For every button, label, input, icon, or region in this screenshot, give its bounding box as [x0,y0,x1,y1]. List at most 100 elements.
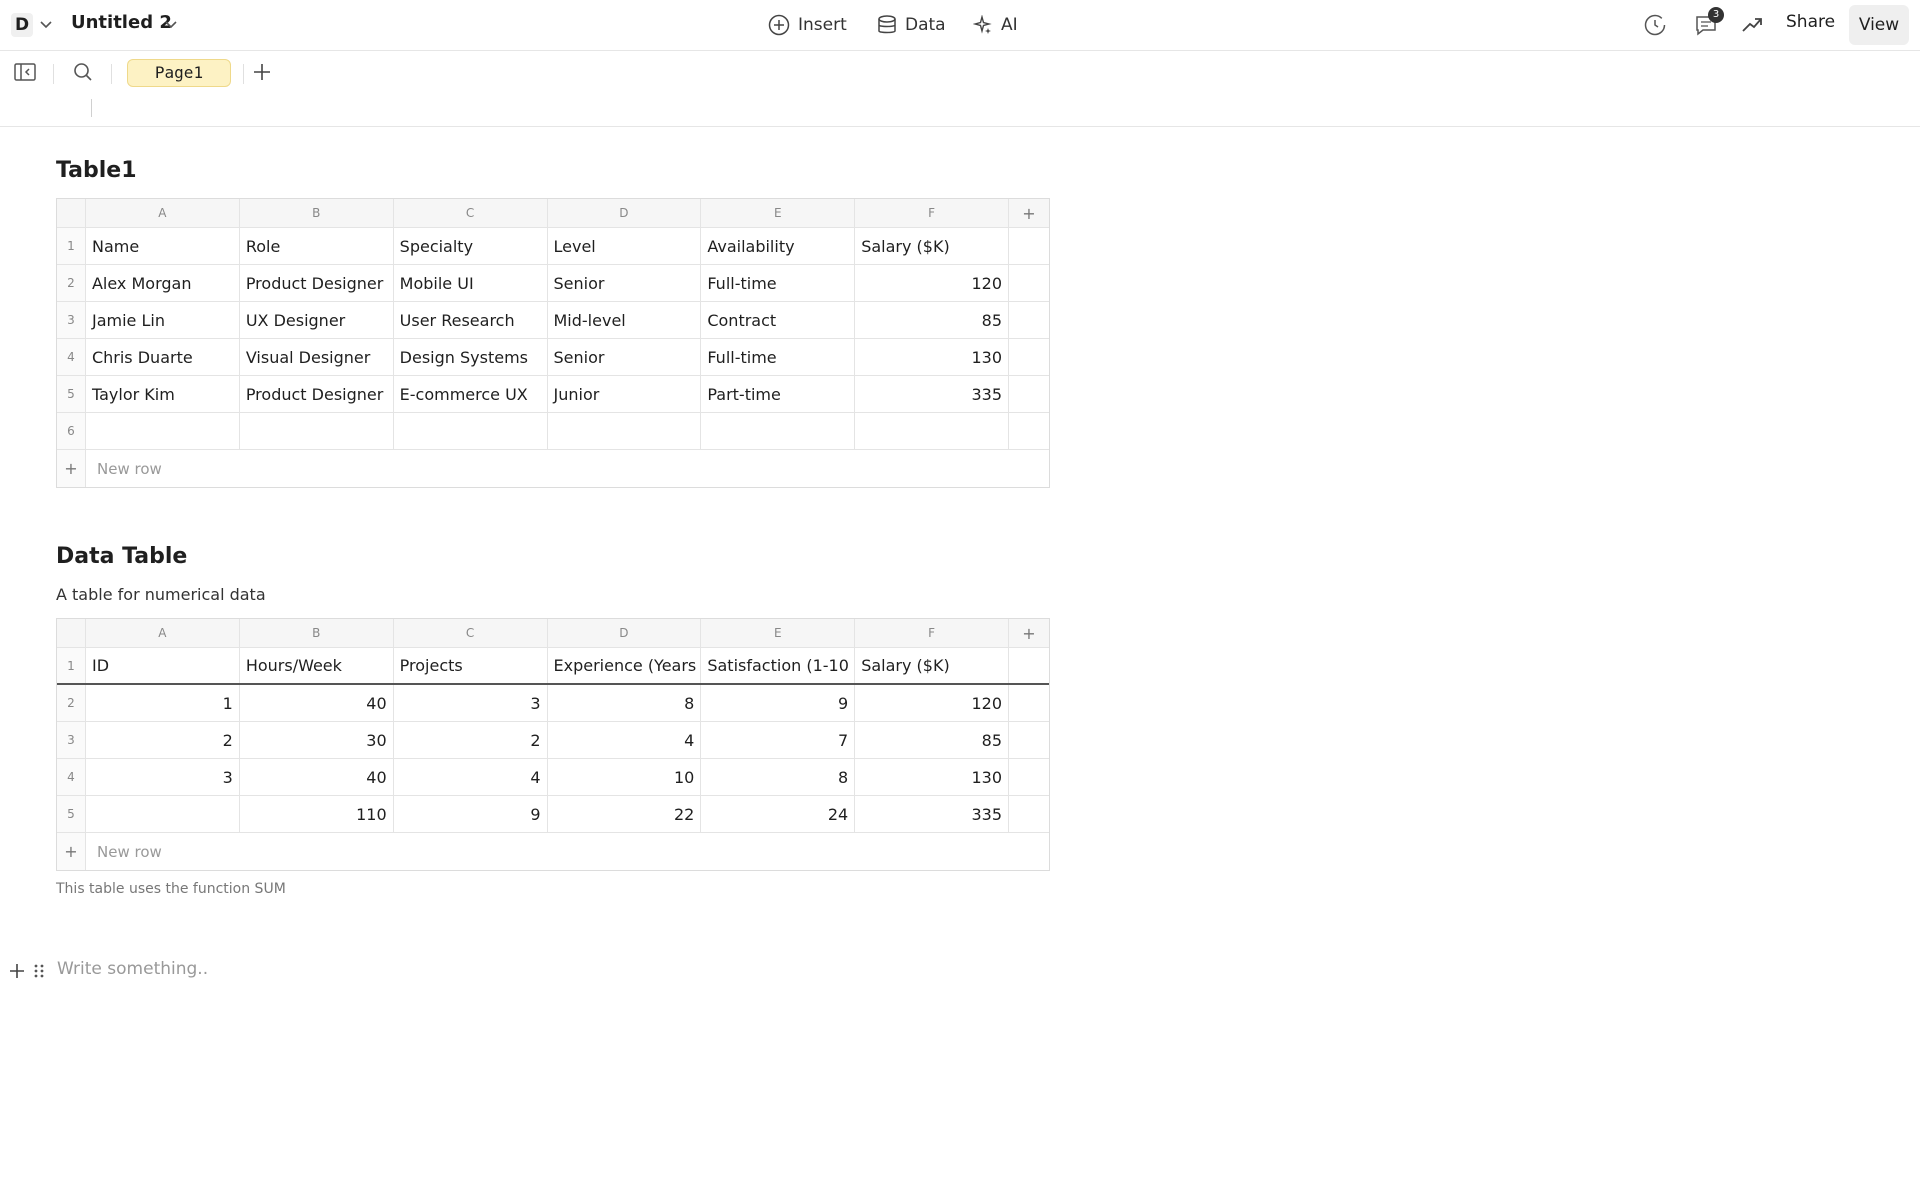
corner-cell[interactable] [57,619,86,647]
table-cell[interactable]: 1 [86,685,240,721]
table-cell[interactable]: 9 [701,685,856,721]
workspace-badge[interactable]: D [11,13,33,37]
chevron-down-icon[interactable] [164,18,178,32]
row-number[interactable]: 1 [57,648,86,683]
table-cell[interactable]: 120 [855,265,1010,301]
table-cell[interactable]: Salary ($K) [855,648,1010,683]
table-cell[interactable]: 85 [855,722,1010,758]
table-cell[interactable]: 130 [855,759,1010,795]
table-cell[interactable]: Full-time [701,265,856,301]
share-button[interactable]: Share [1786,12,1835,32]
column-header-d[interactable]: D [548,199,702,227]
row-number[interactable]: 4 [57,759,86,795]
ai-button[interactable]: AI [973,11,1018,39]
table-cell[interactable]: Mobile UI [394,265,548,301]
table-cell[interactable]: ID [86,648,240,683]
row-number[interactable]: 6 [57,413,86,449]
table-cell[interactable]: User Research [394,302,548,338]
column-header-b[interactable]: B [240,199,394,227]
table-cell[interactable]: Contract [701,302,856,338]
table-cell[interactable] [1009,228,1049,264]
table-cell[interactable]: Role [240,228,394,264]
table-cell[interactable]: 2 [394,722,548,758]
table-cell[interactable]: 2 [86,722,240,758]
table-cell[interactable]: 3 [394,685,548,721]
table-cell[interactable]: Junior [548,376,702,412]
row-number[interactable]: 3 [57,722,86,758]
add-page-icon[interactable] [251,61,273,83]
table-cell[interactable]: 22 [548,796,702,832]
table-cell[interactable]: 4 [548,722,702,758]
row-number[interactable]: 2 [57,685,86,721]
formula-bar[interactable] [0,92,1920,127]
table-cell[interactable]: 8 [701,759,856,795]
table-cell[interactable]: 7 [701,722,856,758]
table-cell[interactable]: 120 [855,685,1010,721]
trend-arrow-icon[interactable] [1740,13,1764,37]
table-cell[interactable]: 110 [240,796,394,832]
table-cell[interactable]: Salary ($K) [855,228,1010,264]
table-cell[interactable] [701,413,856,449]
table-cell[interactable]: Mid-level [548,302,702,338]
table-cell[interactable] [240,413,394,449]
column-header-f[interactable]: F [855,619,1010,647]
table-cell[interactable] [86,413,240,449]
add-column-button[interactable]: + [1009,619,1049,647]
chevron-down-icon[interactable] [39,18,53,32]
row-number[interactable]: 4 [57,339,86,375]
table-cell[interactable] [1009,759,1049,795]
table-cell[interactable]: 40 [240,685,394,721]
view-button[interactable]: View [1849,5,1909,45]
table-cell[interactable]: 10 [548,759,702,795]
table-cell[interactable]: Senior [548,265,702,301]
column-header-e[interactable]: E [701,619,856,647]
sidebar-toggle-icon[interactable] [13,61,37,83]
table-cell[interactable]: Full-time [701,339,856,375]
table-cell[interactable] [548,413,702,449]
table-cell[interactable]: 85 [855,302,1010,338]
table-cell[interactable]: Product Designer [240,376,394,412]
row-number[interactable]: 3 [57,302,86,338]
table-cell[interactable]: Product Designer [240,265,394,301]
column-header-d[interactable]: D [548,619,702,647]
table-cell[interactable] [394,413,548,449]
table-cell[interactable]: 40 [240,759,394,795]
row-number[interactable]: 1 [57,228,86,264]
table-cell[interactable]: 335 [855,376,1010,412]
table-cell[interactable]: Experience (Years [548,648,702,683]
column-header-f[interactable]: F [855,199,1010,227]
table-cell[interactable]: Level [548,228,702,264]
table-cell[interactable] [1009,265,1049,301]
table-cell[interactable] [1009,413,1049,449]
table-cell[interactable] [855,413,1010,449]
new-row-button[interactable]: + New row [57,450,1049,487]
insert-button[interactable]: Insert [768,11,847,39]
table-cell[interactable]: 8 [548,685,702,721]
table-cell[interactable] [1009,685,1049,721]
table-cell[interactable]: 3 [86,759,240,795]
table-cell[interactable]: 30 [240,722,394,758]
table-cell[interactable]: Hours/Week [240,648,394,683]
table-cell[interactable]: Design Systems [394,339,548,375]
column-header-e[interactable]: E [701,199,856,227]
add-column-button[interactable]: + [1009,199,1049,227]
drag-handle-icon[interactable] [33,963,45,979]
table-cell[interactable]: E-commerce UX [394,376,548,412]
table-cell[interactable]: Chris Duarte [86,339,240,375]
table-cell[interactable] [86,796,240,832]
table-cell[interactable]: 4 [394,759,548,795]
table-cell[interactable]: 9 [394,796,548,832]
data-table-title[interactable]: Data Table [56,544,187,569]
column-header-c[interactable]: C [394,619,548,647]
table-cell[interactable]: UX Designer [240,302,394,338]
plus-icon[interactable] [8,962,26,980]
row-number[interactable]: 5 [57,796,86,832]
table-cell[interactable]: Name [86,228,240,264]
row-number[interactable]: 2 [57,265,86,301]
data-button[interactable]: Data [877,11,946,39]
table-cell[interactable] [1009,376,1049,412]
table-cell[interactable]: 335 [855,796,1010,832]
table-cell[interactable]: 24 [701,796,856,832]
column-header-a[interactable]: A [86,619,240,647]
table-cell[interactable]: Senior [548,339,702,375]
